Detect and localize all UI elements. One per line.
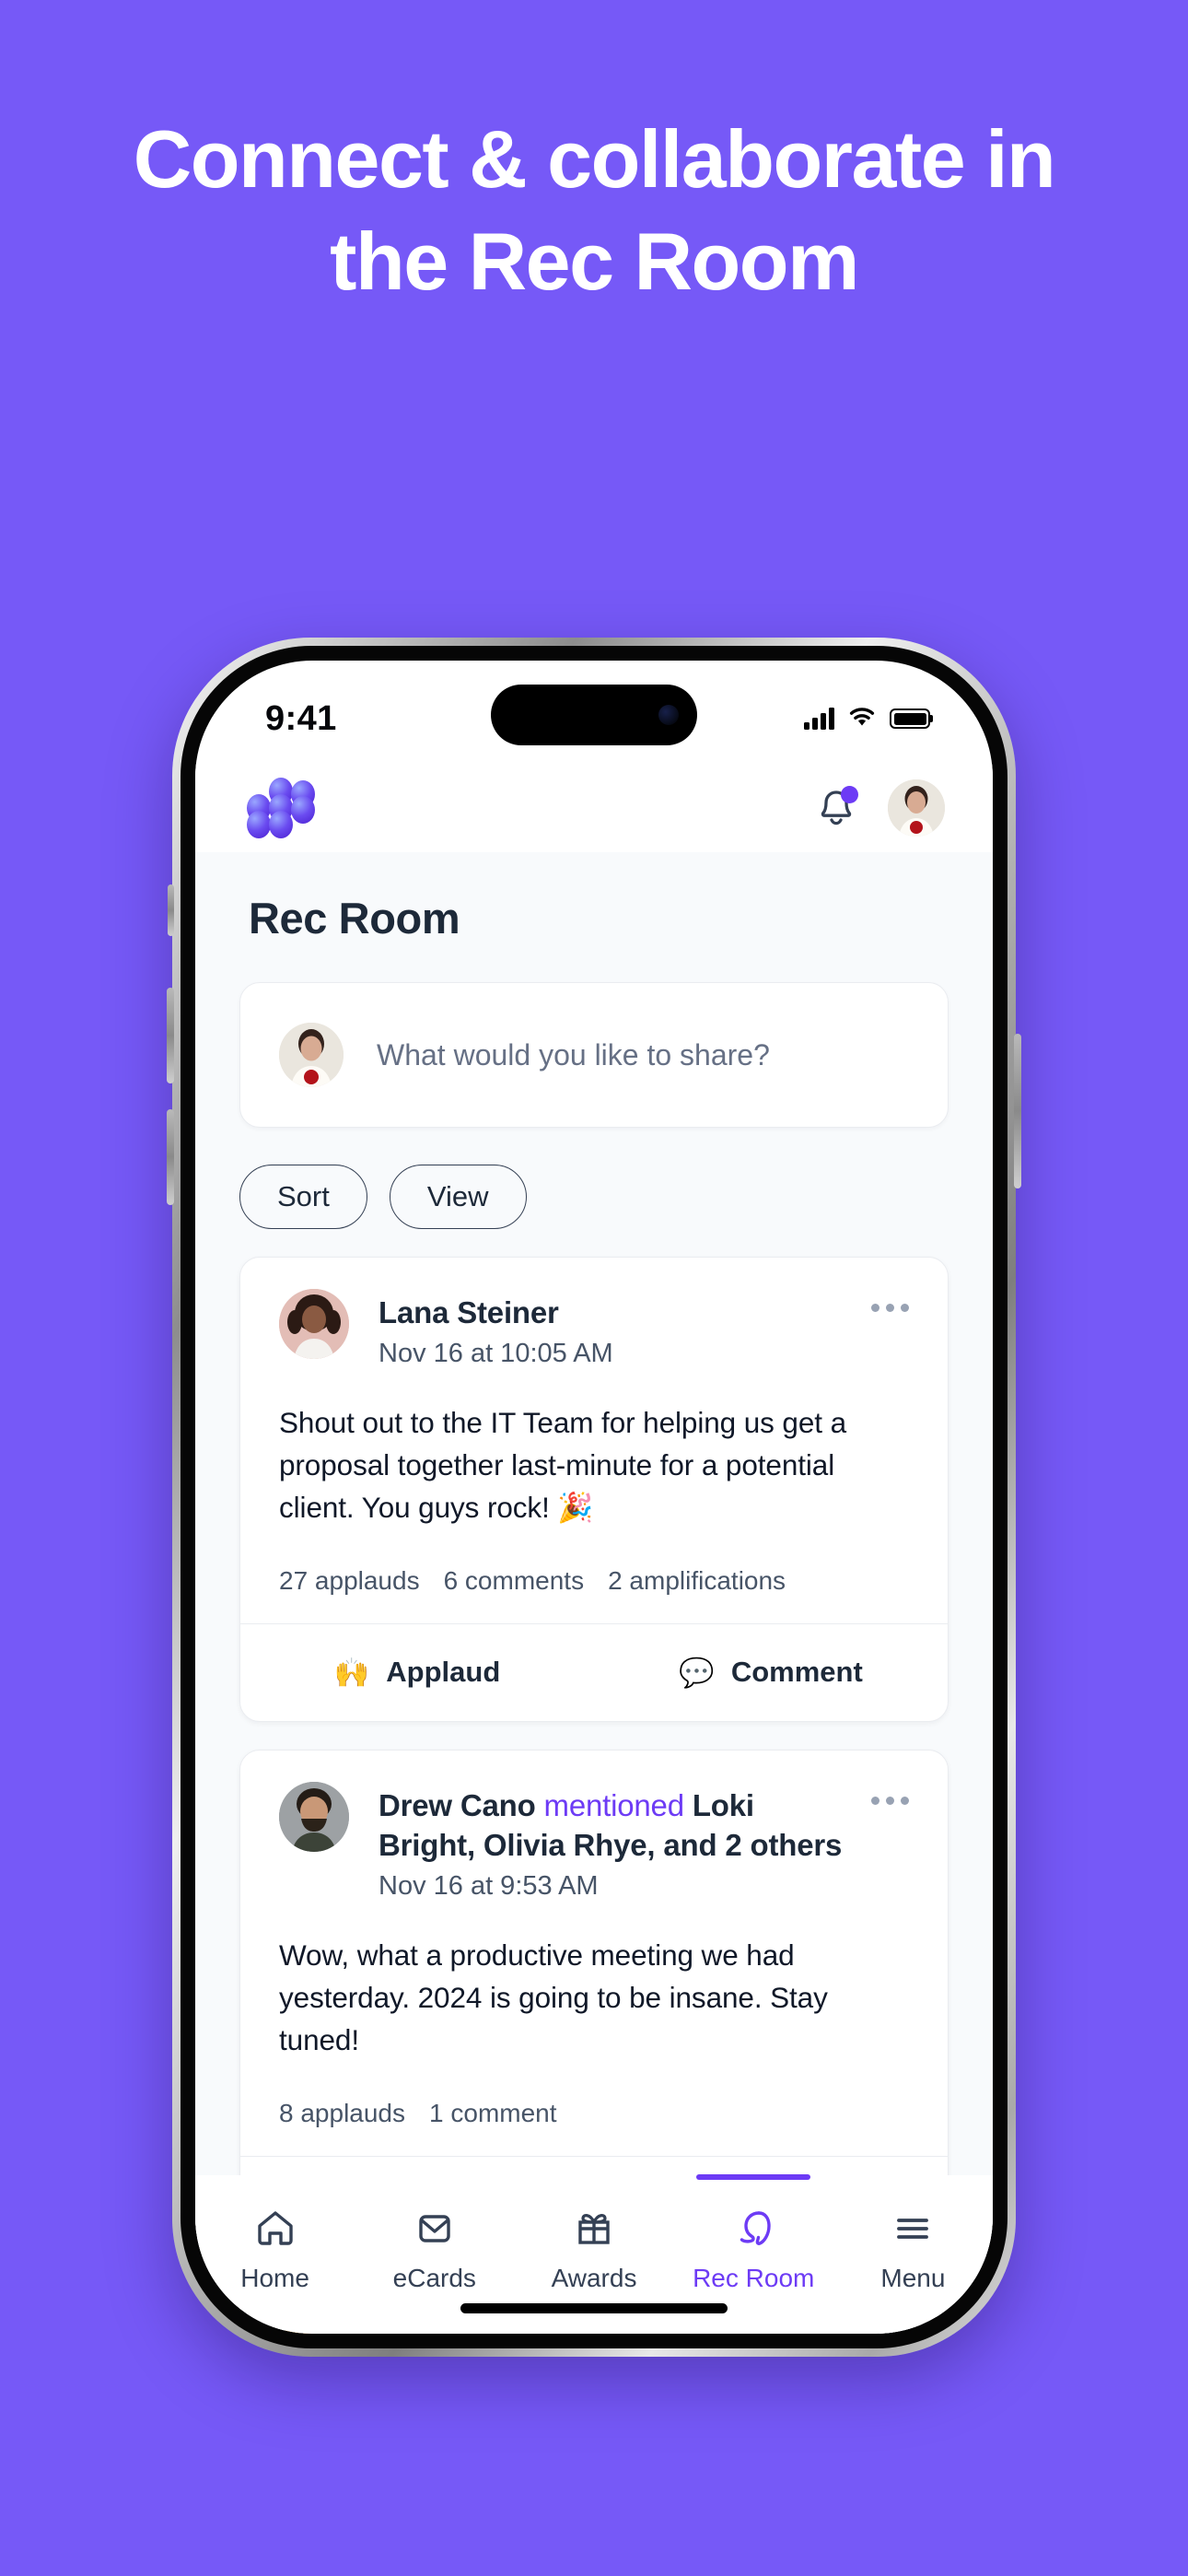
tab-rec-room[interactable]: Rec Room bbox=[674, 2174, 833, 2293]
applaud-label: Applaud bbox=[386, 1656, 501, 1688]
bell-icon[interactable] bbox=[816, 786, 858, 829]
tab-awards[interactable]: Awards bbox=[514, 2175, 673, 2293]
tab-ecards[interactable]: eCards bbox=[355, 2175, 514, 2293]
applaud-button[interactable]: 🙌 Applaud bbox=[240, 1624, 594, 1721]
phone-device-frame: 9:41 Rec Room What would you like to sha… bbox=[167, 638, 1021, 2357]
view-chip[interactable]: View bbox=[389, 1165, 527, 1229]
tab-label: Home bbox=[240, 2264, 309, 2292]
home-indicator[interactable] bbox=[460, 2303, 728, 2313]
status-bar-time: 9:41 bbox=[265, 698, 337, 738]
post-stat[interactable]: 6 comments bbox=[444, 1566, 585, 1596]
app-header-actions bbox=[816, 779, 945, 837]
status-bar: 9:41 bbox=[195, 661, 993, 764]
post-stat[interactable]: 27 applauds bbox=[279, 1566, 420, 1596]
marketing-headline: Connect & collaborate in the Rec Room bbox=[133, 113, 1056, 307]
envelope-icon bbox=[412, 2203, 458, 2254]
post-author-avatar[interactable] bbox=[279, 1289, 349, 1359]
post-composer[interactable]: What would you like to share? bbox=[239, 982, 949, 1128]
post-author-text: Drew Cano bbox=[379, 1787, 536, 1822]
hamburger-menu-icon bbox=[890, 2203, 936, 2254]
post-author-avatar[interactable] bbox=[279, 1781, 349, 1852]
rec-room-feed[interactable]: Rec Room What would you like to share? S… bbox=[195, 852, 993, 2334]
app-logo[interactable] bbox=[247, 778, 315, 838]
feed-filters: Sort View bbox=[195, 1128, 993, 1229]
post-timestamp: Nov 16 at 10:05 AM bbox=[379, 1338, 613, 1368]
post-text: Wow, what a productive meeting we had ye… bbox=[279, 1938, 828, 2056]
app-header bbox=[195, 764, 993, 852]
post-stat[interactable]: 1 comment bbox=[429, 2099, 557, 2128]
composer-avatar bbox=[279, 1023, 344, 1087]
notification-badge bbox=[841, 786, 858, 803]
sort-chip[interactable]: Sort bbox=[239, 1165, 367, 1229]
silent-switch[interactable] bbox=[168, 884, 174, 936]
tab-label: Awards bbox=[551, 2264, 637, 2292]
tab-home[interactable]: Home bbox=[195, 2175, 355, 2293]
comment-icon: 💬 bbox=[679, 1656, 715, 1689]
post-stat[interactable]: 2 amplifications bbox=[608, 1566, 786, 1596]
cellular-signal-icon bbox=[804, 708, 834, 730]
volume-down-button[interactable] bbox=[167, 1109, 174, 1205]
phone-screen: 9:41 Rec Room What would you like to sha… bbox=[195, 661, 993, 2334]
user-avatar[interactable] bbox=[888, 779, 945, 837]
tab-label: Rec Room bbox=[693, 2264, 815, 2292]
post-stats: 27 applauds 6 comments 2 amplifications bbox=[279, 1529, 909, 1623]
applaud-icon: 🙌 bbox=[333, 1656, 370, 1689]
active-tab-indicator bbox=[696, 2174, 811, 2180]
post-action-bar: 🙌 Applaud 💬 Comment bbox=[240, 1622, 948, 1721]
screenshot-root: Connect & collaborate in the Rec Room 9:… bbox=[0, 0, 1188, 2576]
post-timestamp: Nov 16 at 9:53 AM bbox=[379, 1870, 599, 1901]
wifi-icon bbox=[847, 706, 877, 732]
tab-label: eCards bbox=[392, 2264, 476, 2292]
more-options-icon[interactable] bbox=[871, 1289, 909, 1312]
post-stat[interactable]: 8 applauds bbox=[279, 2099, 405, 2128]
post-stats: 8 applauds 1 comment bbox=[279, 2062, 909, 2156]
post-card[interactable]: Lana Steiner Nov 16 at 10:05 AM Shout ou… bbox=[239, 1257, 949, 1722]
comment-button[interactable]: 💬 Comment bbox=[594, 1624, 948, 1721]
mention-verb: mentioned bbox=[543, 1787, 685, 1822]
power-button[interactable] bbox=[1014, 1034, 1021, 1188]
status-bar-indicators bbox=[804, 706, 930, 732]
gift-icon bbox=[571, 2203, 617, 2254]
volume-up-button[interactable] bbox=[167, 988, 174, 1083]
battery-icon bbox=[890, 708, 930, 729]
post-author-name[interactable]: Drew Cano mentioned Loki Bright, Olivia … bbox=[379, 1786, 856, 1866]
comment-label: Comment bbox=[730, 1656, 863, 1688]
more-options-icon[interactable] bbox=[871, 1782, 909, 1805]
composer-placeholder[interactable]: What would you like to share? bbox=[377, 1038, 770, 1072]
tab-menu[interactable]: Menu bbox=[833, 2175, 993, 2293]
dynamic-island bbox=[491, 685, 697, 745]
home-icon bbox=[252, 2203, 298, 2254]
page-title: Rec Room bbox=[249, 894, 460, 943]
tab-label: Menu bbox=[880, 2264, 946, 2292]
speech-bubble-icon bbox=[730, 2203, 776, 2254]
front-camera-icon bbox=[658, 705, 679, 725]
post-author-name[interactable]: Lana Steiner bbox=[379, 1293, 856, 1333]
phone-bezel: 9:41 Rec Room What would you like to sha… bbox=[181, 646, 1007, 2348]
post-text: Shout out to the IT Team for helping us … bbox=[279, 1405, 846, 1524]
